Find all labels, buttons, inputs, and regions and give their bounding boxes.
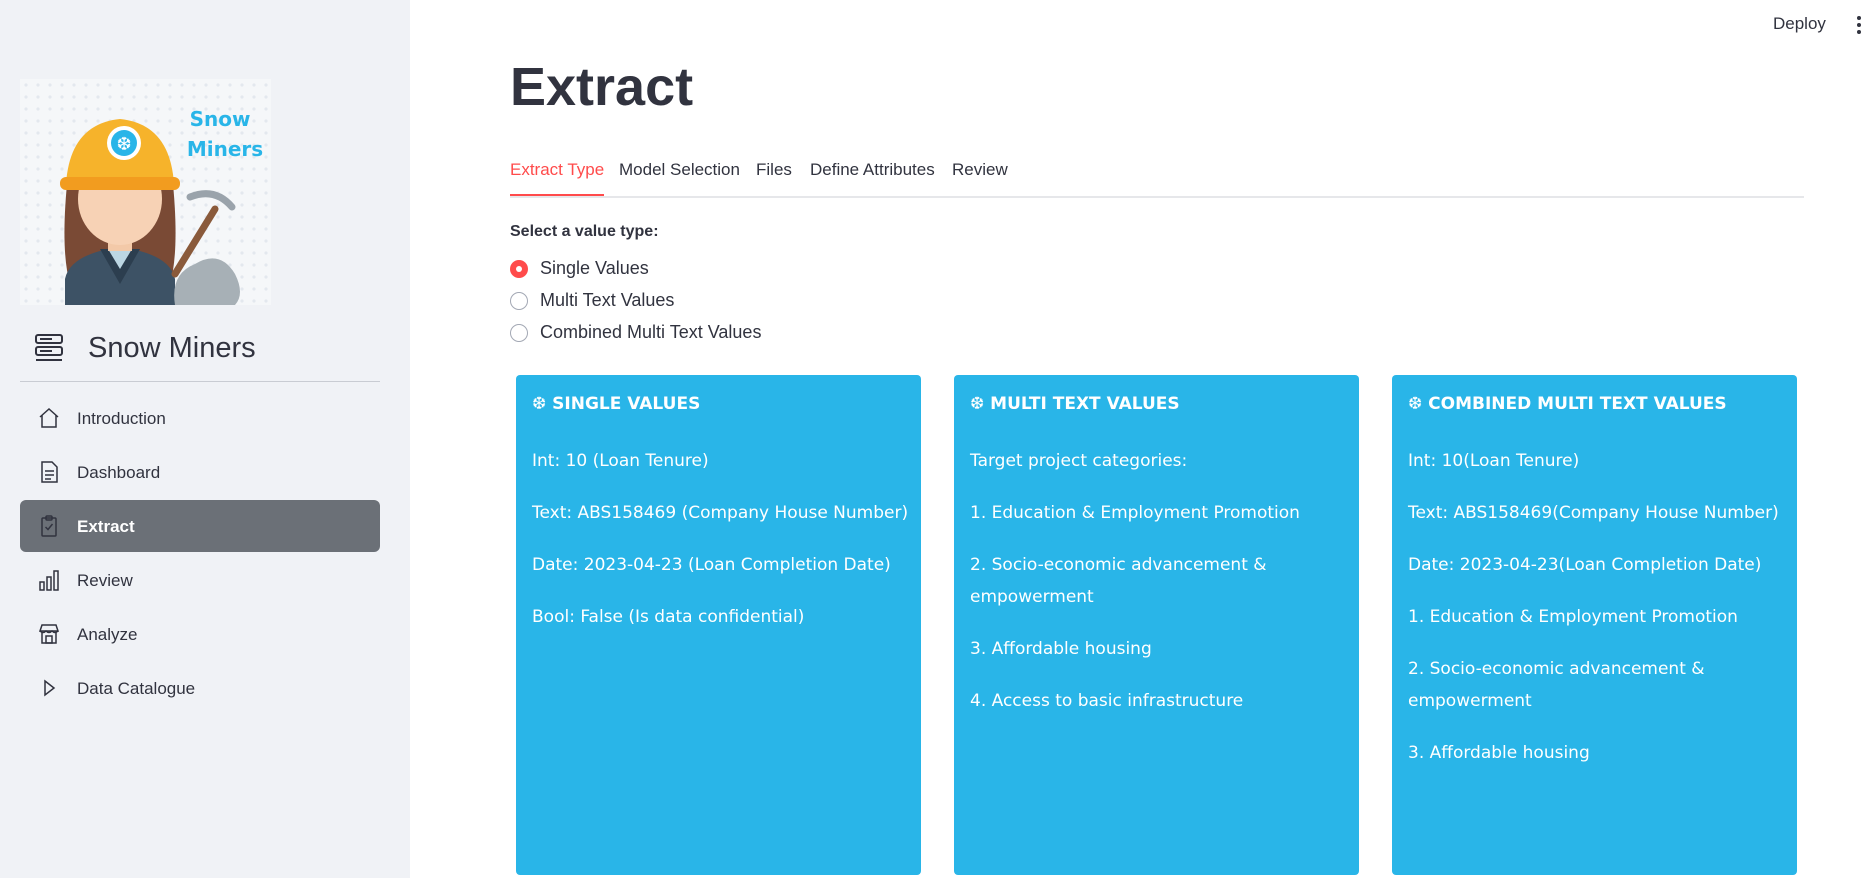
tab-define-attributes[interactable]: Define Attributes (810, 160, 935, 194)
radio-indicator[interactable] (510, 324, 528, 342)
radio-indicator[interactable] (510, 292, 528, 310)
card-line: Int: 10 (Loan Tenure) (532, 451, 709, 471)
play-icon (37, 676, 61, 700)
card-line: 2. Socio-economic advancement & empowerm… (1408, 659, 1705, 711)
tab-review[interactable]: Review (952, 160, 1008, 194)
card-title: ❆ MULTI TEXT VALUES (970, 394, 1180, 414)
card-multi-text-values: ❆ MULTI TEXT VALUES Target project categ… (954, 375, 1359, 875)
sidebar-item-label: Introduction (77, 409, 166, 428)
tab-extract-type[interactable]: Extract Type (510, 160, 605, 196)
card-line: Date: 2023-04-23 (Loan Completion Date) (532, 555, 891, 575)
sidebar: ❆ Snow Miners Snow Miners Introduction D… (0, 0, 410, 878)
logo-text-snow: Snow (190, 107, 251, 131)
sidebar-item-review[interactable]: Review (20, 554, 380, 606)
radio-option-label: Multi Text Values (540, 290, 675, 310)
card-line: Text: ABS158469 (Company House Number) (532, 503, 909, 523)
card-line: 3. Affordable housing (1408, 743, 1590, 763)
sidebar-item-introduction[interactable]: Introduction (20, 392, 380, 444)
snow-miners-logo: ❆ Snow Miners (20, 79, 271, 305)
card-title: ❆ COMBINED MULTI TEXT VALUES (1408, 394, 1727, 414)
tab-bar: Extract Type Model Selection Files Defin… (510, 158, 1804, 198)
card-title: ❆ SINGLE VALUES (532, 394, 701, 414)
card-line: 4. Access to basic infrastructure (970, 691, 1244, 711)
sidebar-item-label: Extract (77, 517, 135, 536)
sidebar-item-dashboard[interactable]: Dashboard (20, 446, 380, 498)
radio-group-label: Select a value type: (510, 223, 659, 240)
sidebar-item-analyze[interactable]: Analyze (20, 608, 380, 660)
sidebar-item-label: Review (77, 571, 133, 590)
shop-icon (37, 622, 61, 646)
sidebar-nav: Introduction Dashboard Extract Review An… (20, 392, 380, 716)
card-line: 1. Education & Employment Promotion (1408, 607, 1738, 627)
card-single-values: ❆ SINGLE VALUES Int: 10 (Loan Tenure) Te… (516, 375, 921, 875)
radio-option-label: Combined Multi Text Values (540, 322, 762, 342)
document-icon (37, 460, 61, 484)
brand-title: Snow Miners (88, 332, 256, 364)
sidebar-item-data-catalogue[interactable]: Data Catalogue (20, 662, 380, 714)
radio-selected-indicator[interactable] (510, 260, 528, 278)
home-icon (37, 406, 61, 430)
tab-model-selection[interactable]: Model Selection (619, 160, 740, 194)
sidebar-item-extract[interactable]: Extract (20, 500, 380, 552)
card-combined-multi-text-values: ❆ COMBINED MULTI TEXT VALUES Int: 10(Loa… (1392, 375, 1797, 875)
card-line: Target project categories: (970, 451, 1188, 471)
card-line: 3. Affordable housing (970, 639, 1152, 659)
card-line: 2. Socio-economic advancement & empowerm… (970, 555, 1267, 607)
bar-chart-icon (37, 568, 61, 592)
more-menu-icon[interactable] (1857, 16, 1861, 37)
sidebar-brand: Snow Miners (20, 321, 380, 382)
sidebar-item-label: Data Catalogue (77, 679, 196, 698)
sidebar-item-label: Dashboard (77, 463, 161, 482)
card-line: Bool: False (Is data confidential) (532, 607, 805, 627)
card-line: 1. Education & Employment Promotion (970, 503, 1300, 523)
card-line: Int: 10(Loan Tenure) (1408, 451, 1580, 471)
svg-text:❆: ❆ (116, 134, 131, 155)
page-title: Extract (510, 57, 694, 117)
logo-text-miners: Miners (187, 137, 263, 161)
tab-files[interactable]: Files (756, 160, 792, 194)
card-line: Date: 2023-04-23(Loan Completion Date) (1408, 555, 1762, 575)
clipboard-check-icon (37, 514, 61, 538)
card-line: Text: ABS158469(Company House Number) (1408, 503, 1779, 523)
menu-stack-icon (34, 331, 66, 368)
sidebar-item-label: Analyze (77, 625, 138, 644)
radio-option-label: Single Values (540, 258, 649, 278)
deploy-button[interactable]: Deploy (1773, 14, 1826, 34)
